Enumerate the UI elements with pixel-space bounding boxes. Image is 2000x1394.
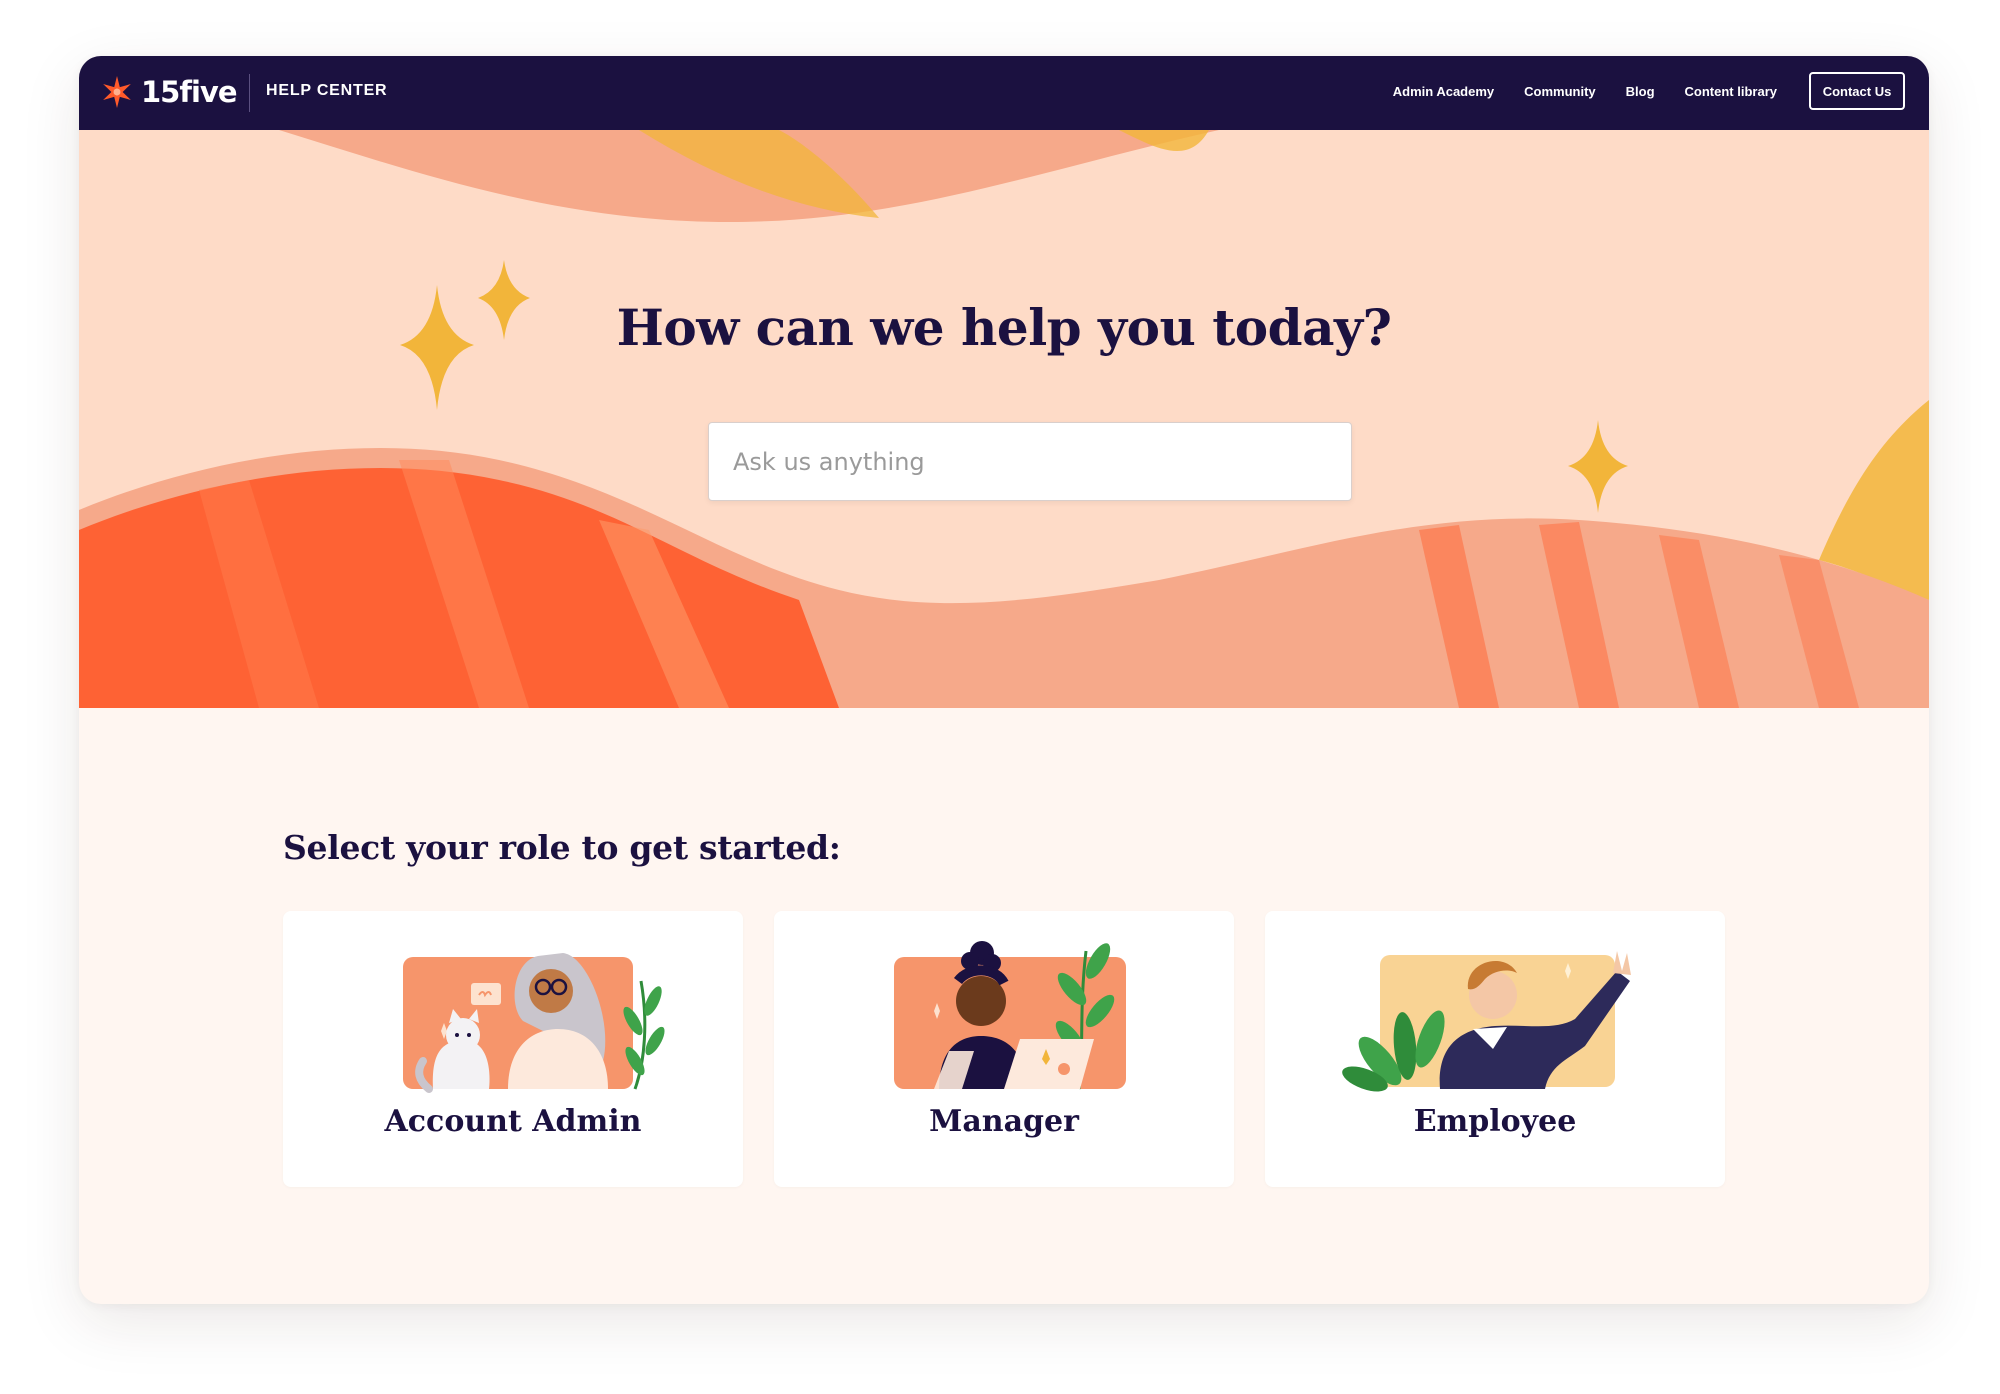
- logo[interactable]: 15five: [99, 72, 237, 112]
- admin-with-cat-illustration: [403, 953, 665, 1093]
- browser-frame: 15five HELP CENTER Admin Academy Communi…: [79, 56, 1929, 1304]
- role-label-account-admin: Account Admin: [384, 1104, 642, 1139]
- hero-title: How can we help you today?: [616, 298, 1392, 357]
- role-card-employee[interactable]: Employee: [1265, 911, 1725, 1187]
- nav-link-community[interactable]: Community: [1524, 84, 1596, 99]
- role-label-employee: Employee: [1413, 1104, 1577, 1139]
- top-nav: 15five HELP CENTER Admin Academy Communi…: [79, 56, 1929, 130]
- employee-waving-illustration: [1342, 951, 1631, 1092]
- contact-us-button[interactable]: Contact Us: [1809, 72, 1905, 110]
- nav-divider: [249, 74, 250, 112]
- roles-heading: Select your role to get started:: [283, 828, 841, 867]
- help-center-label[interactable]: HELP CENTER: [266, 82, 387, 100]
- nav-link-content-library[interactable]: Content library: [1685, 84, 1777, 99]
- nav-links: Admin Academy Community Blog Content lib…: [1393, 84, 1777, 99]
- search-box[interactable]: [708, 422, 1352, 501]
- hero-background-art: [79, 130, 1929, 708]
- nav-link-blog[interactable]: Blog: [1626, 84, 1655, 99]
- role-card-manager[interactable]: Manager: [774, 911, 1234, 1187]
- role-label-manager: Manager: [929, 1104, 1079, 1139]
- role-card-account-admin[interactable]: Account Admin: [283, 911, 743, 1187]
- search-input[interactable]: [709, 423, 1351, 500]
- nav-link-admin-academy[interactable]: Admin Academy: [1393, 84, 1494, 99]
- logo-burst-icon: [103, 76, 131, 108]
- hero-banner: How can we help you today?: [79, 130, 1929, 708]
- manager-with-laptop-illustration: [894, 941, 1126, 1090]
- logo-wordmark: 15five: [141, 75, 237, 109]
